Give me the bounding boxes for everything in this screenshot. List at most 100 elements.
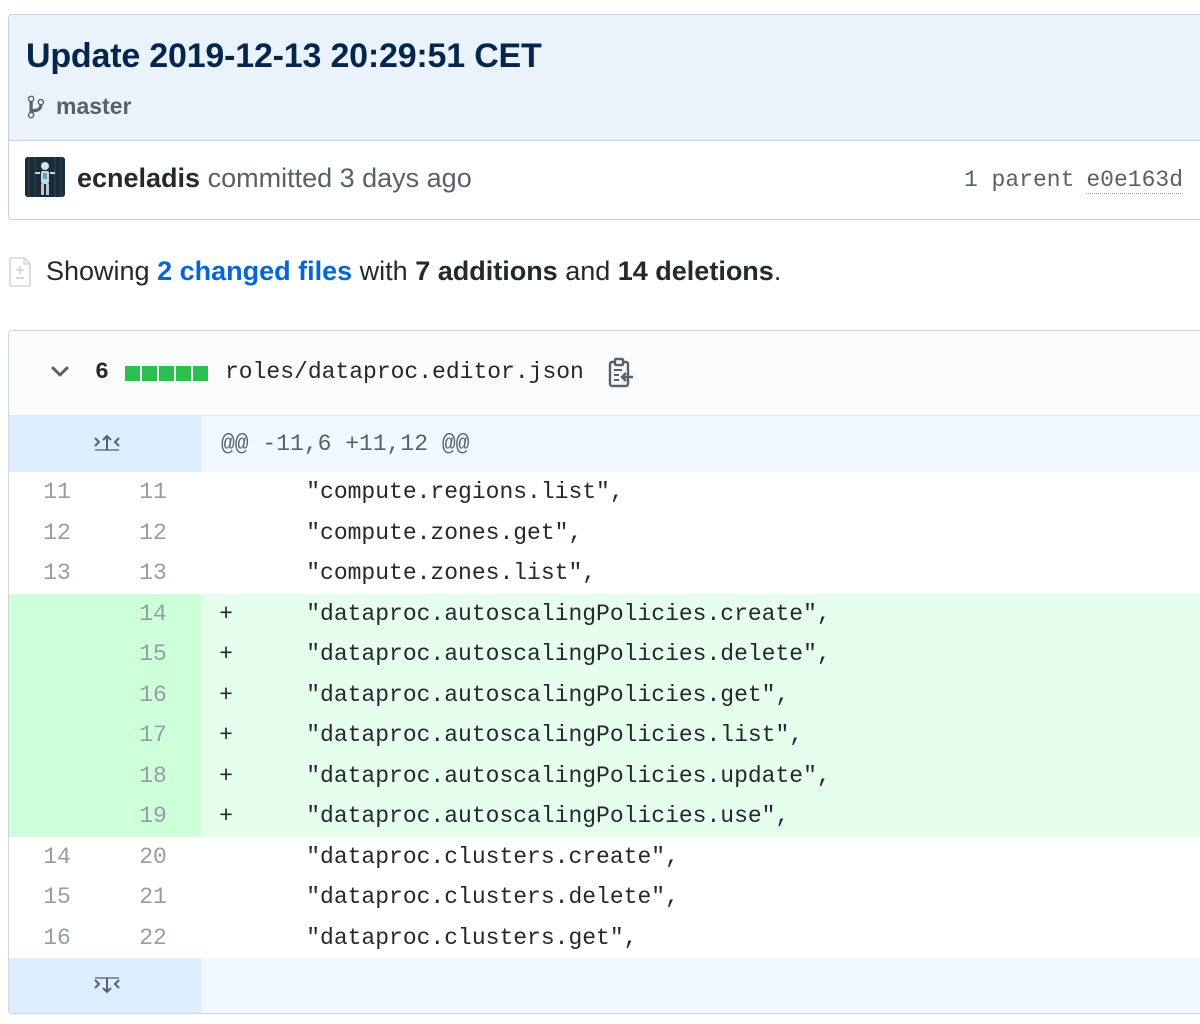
code-line: "dataproc.autoscalingPolicies.use", xyxy=(251,803,790,829)
new-line-number[interactable]: 16 xyxy=(105,674,201,715)
avatar-image xyxy=(25,157,65,197)
chevron-down-icon[interactable] xyxy=(49,361,71,383)
diff-marker xyxy=(201,877,251,918)
branch-label[interactable]: master xyxy=(26,93,131,120)
diff-line-addition: 16 + "dataproc.autoscalingPolicies.get", xyxy=(9,674,1200,715)
diffstat-block xyxy=(193,366,208,381)
commit-author-line: ecneladis committed 3 days ago xyxy=(77,163,472,194)
hunk-header: @@ -11,6 +11,12 @@ xyxy=(9,416,1200,472)
diff-marker: + xyxy=(219,641,233,667)
diff-marker xyxy=(201,472,251,513)
code-line: "dataproc.clusters.create", xyxy=(251,843,679,870)
new-line-number[interactable]: 21 xyxy=(105,877,201,918)
diff-marker: + xyxy=(219,722,233,748)
commit-title: Update 2019-12-13 20:29:51 CET xyxy=(26,37,542,75)
old-line-number[interactable]: 14 xyxy=(9,837,105,878)
summary-and: and xyxy=(557,256,618,286)
code-line: "compute.regions.list", xyxy=(251,479,624,505)
avatar[interactable] xyxy=(25,157,65,197)
diff-line-context: 12 12 "compute.zones.get", xyxy=(9,513,1200,554)
code-line: "dataproc.autoscalingPolicies.create", xyxy=(251,600,831,627)
expand-down-gutter[interactable] xyxy=(9,958,201,1013)
diff-line-addition: 19 + "dataproc.autoscalingPolicies.use", xyxy=(9,796,1200,837)
old-line-number[interactable] xyxy=(9,755,105,796)
old-line-number[interactable]: 16 xyxy=(9,918,105,959)
diff-line-context: 11 11 "compute.regions.list", xyxy=(9,472,1200,513)
diff-marker xyxy=(201,918,251,959)
diffstat xyxy=(125,366,210,381)
change-count: 6 xyxy=(95,359,109,385)
deletions-count: 14 deletions xyxy=(617,256,774,286)
old-line-number[interactable] xyxy=(9,593,105,634)
code-line: "dataproc.autoscalingPolicies.update", xyxy=(251,762,831,789)
new-line-number[interactable]: 18 xyxy=(105,755,201,796)
diff-marker: + xyxy=(219,803,233,829)
parent-label: 1 parent xyxy=(963,167,1075,193)
author-link[interactable]: ecneladis xyxy=(77,163,200,193)
file-header: 6 roles/dataproc.editor.json xyxy=(9,331,1200,416)
unfold-down-icon[interactable] xyxy=(93,974,121,996)
new-line-number[interactable]: 22 xyxy=(105,918,201,959)
git-branch-icon xyxy=(27,95,45,118)
diff-marker: + xyxy=(219,681,233,708)
diff-line-addition: 15 + "dataproc.autoscalingPolicies.delete… xyxy=(9,634,1200,675)
new-line-number[interactable]: 12 xyxy=(105,513,201,554)
summary-with: with xyxy=(352,256,416,286)
diff-line-addition: 18 + "dataproc.autoscalingPolicies.update… xyxy=(9,755,1200,796)
new-line-number[interactable]: 11 xyxy=(105,472,201,513)
old-line-number[interactable]: 12 xyxy=(9,513,105,554)
new-line-number[interactable]: 19 xyxy=(105,796,201,837)
diff-marker xyxy=(201,513,251,554)
file-diff: 6 roles/dataproc.editor.json @@ -11,6 +1… xyxy=(8,330,1200,1014)
changed-files-link[interactable]: 2 changed files xyxy=(157,256,352,287)
old-line-number[interactable]: 13 xyxy=(9,553,105,594)
hunk-footer-fill xyxy=(201,958,1200,1013)
new-line-number[interactable]: 13 xyxy=(105,553,201,594)
code-line: "dataproc.autoscalingPolicies.delete", xyxy=(251,641,831,667)
diff-line-context: 15 21 "dataproc.clusters.delete", xyxy=(9,877,1200,918)
committed-time: committed 3 days ago xyxy=(200,163,472,193)
diff-line-addition: 14 + "dataproc.autoscalingPolicies.create… xyxy=(9,593,1200,634)
diff-marker: + xyxy=(219,762,233,789)
summary-prefix: Showing xyxy=(46,256,158,286)
diffstat-block xyxy=(142,366,157,381)
parent-sha-link[interactable]: e0e163d xyxy=(1086,167,1183,194)
commit-meta: ecneladis committed 3 days ago 1 parent e… xyxy=(9,141,1200,219)
expand-up-gutter[interactable] xyxy=(9,416,201,472)
code-line: "dataproc.clusters.delete", xyxy=(251,884,679,910)
unfold-up-icon[interactable] xyxy=(93,432,121,454)
new-line-number[interactable]: 15 xyxy=(105,634,201,675)
diff-marker xyxy=(201,553,251,594)
summary-suffix: . xyxy=(773,256,782,286)
diff-lines: 11 11 "compute.regions.list", 12 12 "comput… xyxy=(9,472,1200,958)
code-line: "compute.zones.get", xyxy=(251,519,583,546)
diffstat-block xyxy=(159,366,174,381)
diff-line-context: 16 22 "dataproc.clusters.get", xyxy=(9,918,1200,959)
new-line-number[interactable]: 17 xyxy=(105,715,201,756)
code-line: "dataproc.autoscalingPolicies.list", xyxy=(251,722,804,748)
diff-line-context: 14 20 "dataproc.clusters.create", xyxy=(9,837,1200,878)
file-name-link[interactable]: roles/dataproc.editor.json xyxy=(225,359,584,385)
old-line-number[interactable] xyxy=(9,715,105,756)
commit-header-box: Update 2019-12-13 20:29:51 CET master ec… xyxy=(8,14,1200,220)
old-line-number[interactable]: 11 xyxy=(9,472,105,513)
old-line-number[interactable] xyxy=(9,796,105,837)
diff-line-context: 13 13 "compute.zones.list", xyxy=(9,553,1200,594)
old-line-number[interactable] xyxy=(9,674,105,715)
commit-title-area: Update 2019-12-13 20:29:51 CET master xyxy=(9,15,1200,141)
old-line-number[interactable] xyxy=(9,634,105,675)
old-line-number[interactable]: 15 xyxy=(9,877,105,918)
new-line-number[interactable]: 14 xyxy=(105,593,201,634)
parent-info: 1 parent e0e163d xyxy=(963,167,1183,194)
file-diff-icon xyxy=(9,256,31,287)
hunk-footer xyxy=(9,958,1200,1013)
code-line: "dataproc.autoscalingPolicies.get", xyxy=(251,681,790,708)
diffstat-block xyxy=(176,366,191,381)
new-line-number[interactable]: 20 xyxy=(105,837,201,878)
diff-marker xyxy=(201,837,251,878)
diff-line-addition: 17 + "dataproc.autoscalingPolicies.list", xyxy=(9,715,1200,756)
hunk-header-text: @@ -11,6 +11,12 @@ xyxy=(201,416,1200,472)
clipboard-icon[interactable] xyxy=(607,357,635,389)
code-line: "compute.zones.list", xyxy=(251,560,597,586)
diff-summary: Showing 2 changed files with 7 additions… xyxy=(8,256,781,287)
